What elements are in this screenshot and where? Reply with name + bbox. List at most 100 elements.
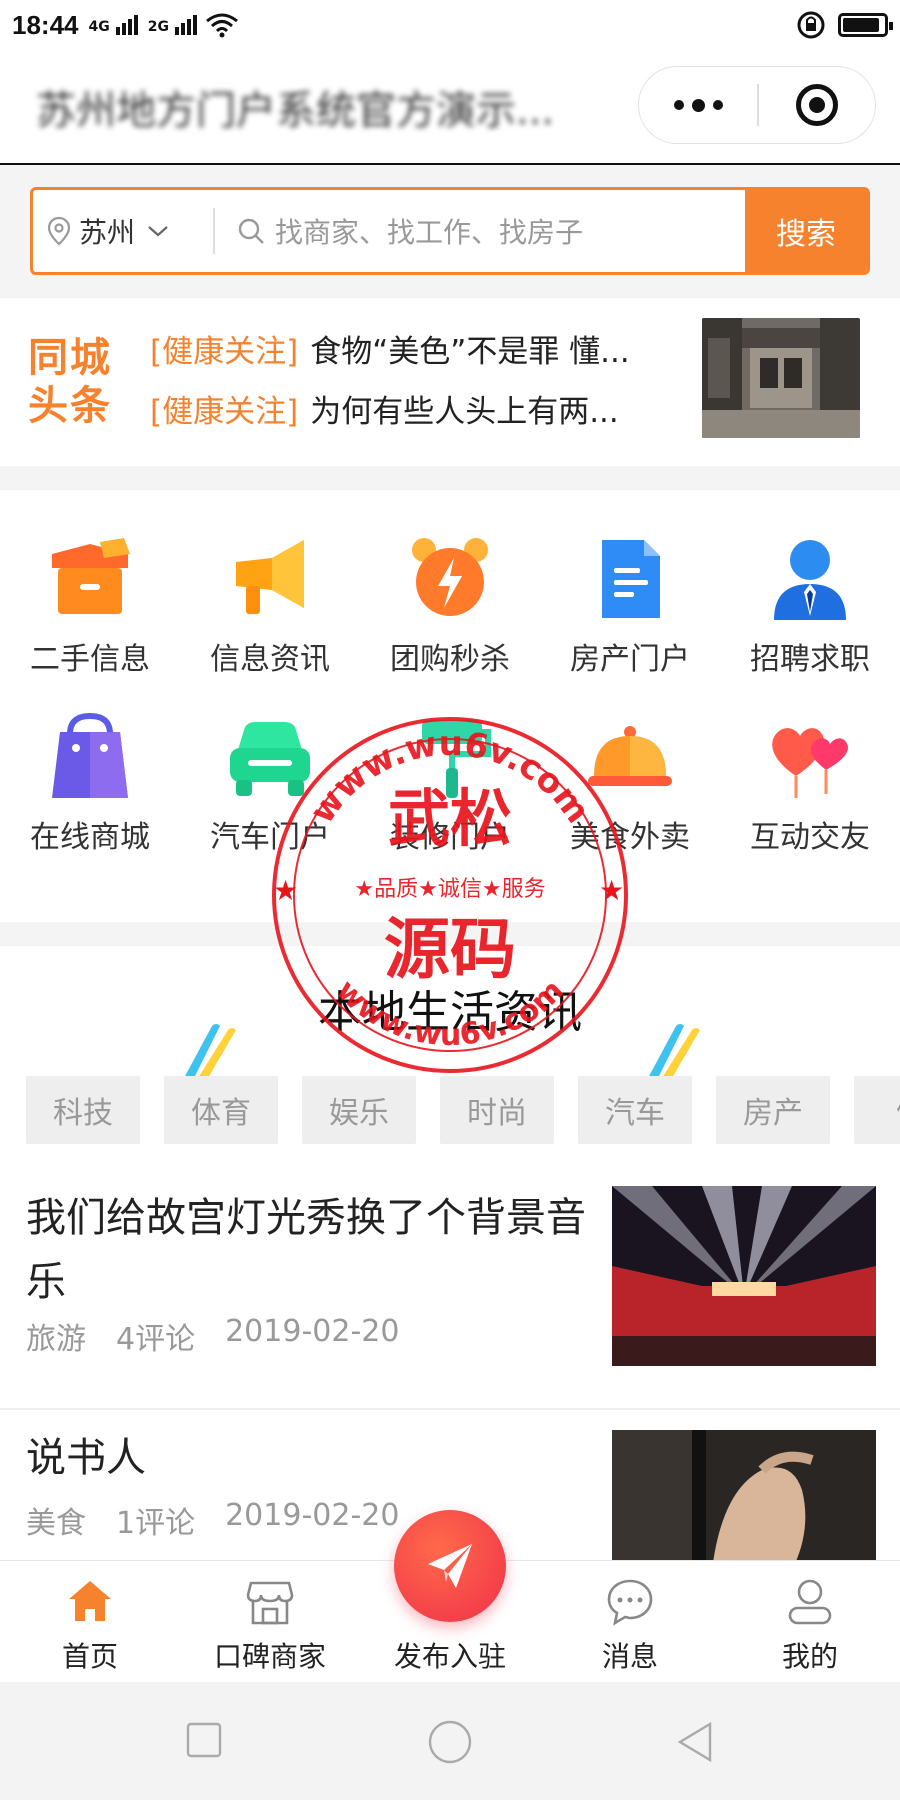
battery-icon	[838, 13, 893, 37]
category-grid: 二手信息 信息资讯 团购秒杀 房产门户 招聘求职 在线商城 汽车门户 装修门户 …	[0, 490, 900, 922]
hearts-icon	[762, 710, 858, 806]
news-title: 说书人	[26, 1435, 146, 1481]
headline-text: 食物“美色”不是罪 懂...	[310, 334, 630, 370]
wifi-icon	[206, 13, 238, 38]
chevron-down-icon	[148, 226, 168, 237]
more-button[interactable]	[639, 98, 757, 112]
tab-merchants[interactable]: 口碑商家	[180, 1561, 360, 1683]
back-icon[interactable]	[676, 1722, 714, 1762]
grid-item-label: 互动交友	[750, 820, 870, 855]
close-target-icon	[795, 84, 838, 126]
headline-text: 为何有些人头上有两...	[310, 394, 619, 430]
grid-item-label: 在线商城	[30, 820, 150, 855]
capsule-menu	[638, 66, 876, 144]
grid-item-jobs[interactable]: 招聘求职	[720, 490, 900, 677]
headline-thumbnail[interactable]	[702, 318, 860, 438]
box-icon	[42, 532, 138, 628]
grid-item-news[interactable]: 信息资讯	[180, 490, 360, 677]
car-icon	[222, 710, 318, 806]
headline-item[interactable]: [健康关注] 食物“美色”不是罪 懂...	[150, 326, 670, 371]
megaphone-icon	[222, 532, 318, 628]
tab-profile[interactable]: 我的	[720, 1561, 900, 1683]
headlines-logo-line1: 同城	[28, 335, 112, 381]
search-input[interactable]: 找商家、找工作、找房子	[215, 211, 745, 251]
store-icon	[245, 1577, 295, 1627]
tab-label: 消息	[601, 1640, 658, 1673]
search-placeholder: 找商家、找工作、找房子	[275, 216, 584, 249]
paint-roller-icon	[402, 710, 498, 806]
grid-item-secondhand[interactable]: 二手信息	[0, 490, 180, 677]
headlines-logo-line2: 头条	[28, 383, 112, 429]
home-nav-icon[interactable]	[428, 1720, 472, 1764]
category-tab[interactable]: 健	[854, 1076, 900, 1144]
category-tab[interactable]: 体育	[164, 1076, 278, 1144]
tab-label: 发布入驻	[393, 1640, 506, 1673]
city-headlines: 同城 头条 [健康关注] 食物“美色”不是罪 懂... [健康关注] 为何有些人头上…	[0, 298, 900, 466]
page-title: 苏州地方门户系统官方演示...	[36, 88, 555, 134]
grid-item-auto[interactable]: 汽车门户	[180, 668, 360, 855]
person-tie-icon	[762, 532, 858, 628]
category-tab[interactable]: 房产	[716, 1076, 830, 1144]
news-divider	[0, 1408, 900, 1410]
news-meta: 美食 1评论 2019-02-20	[26, 1498, 399, 1542]
headlines-logo: 同城 头条	[28, 334, 118, 430]
tab-label: 口碑商家	[213, 1640, 326, 1673]
signal-2g-label: 2G	[147, 19, 169, 35]
grid-item-food[interactable]: 美食外卖	[540, 668, 720, 855]
news-category: 旅游	[26, 1322, 86, 1357]
page: 18:44 4G 2G 苏州地方门户系统官方演示... 苏州 找商家、找工作、找…	[0, 0, 900, 1800]
recent-apps-icon[interactable]	[186, 1722, 222, 1758]
category-tab[interactable]: 时尚	[440, 1076, 554, 1144]
mini-program-header: 苏州地方门户系统官方演示...	[0, 50, 900, 165]
category-tab[interactable]: 汽车	[578, 1076, 692, 1144]
signal-2g-icon: 2G	[148, 15, 197, 35]
headline-item[interactable]: [健康关注] 为何有些人头上有两...	[150, 386, 670, 431]
category-tab[interactable]: 娱乐	[302, 1076, 416, 1144]
search-bar: 苏州 找商家、找工作、找房子 搜索	[30, 187, 870, 275]
status-time: 18:44	[12, 9, 79, 40]
home-icon	[65, 1577, 115, 1627]
publish-fab-button[interactable]	[394, 1510, 506, 1622]
paper-plane-icon	[428, 1544, 472, 1588]
local-news-section: 本地生活资讯 科技 体育 娱乐 时尚 汽车 房产 健 我们给故宫灯光秀换了个背景…	[0, 946, 900, 1570]
news-category: 美食	[26, 1506, 86, 1541]
tab-label: 首页	[61, 1640, 118, 1673]
document-icon	[582, 532, 678, 628]
grid-item-realestate[interactable]: 房产门户	[540, 490, 720, 677]
news-comments: 4评论	[116, 1322, 196, 1357]
headline-tag: [健康关注]	[150, 394, 299, 430]
status-bar: 18:44 4G 2G	[0, 0, 900, 50]
shopping-bag-icon	[42, 710, 138, 806]
news-comments: 1评论	[116, 1506, 196, 1541]
category-tab[interactable]: 科技	[26, 1076, 140, 1144]
grid-item-label: 美食外卖	[570, 820, 690, 855]
grid-item-label: 装修门户	[390, 820, 510, 855]
tab-messages[interactable]: 消息	[540, 1561, 720, 1683]
news-date: 2019-02-20	[225, 1498, 400, 1533]
city-selector[interactable]: 苏州	[33, 190, 213, 272]
tab-home[interactable]: 首页	[0, 1561, 180, 1683]
user-icon	[785, 1577, 835, 1627]
search-icon	[238, 218, 264, 244]
grid-item-groupbuy[interactable]: 团购秒杀	[360, 490, 540, 677]
search-button[interactable]: 搜索	[745, 190, 867, 272]
tab-label: 我的	[781, 1640, 838, 1673]
grid-item-mall[interactable]: 在线商城	[0, 668, 180, 855]
news-thumbnail	[612, 1430, 876, 1570]
location-pin-icon	[47, 216, 71, 246]
rotation-lock-icon	[797, 11, 825, 39]
signal-4g-label: 4G	[88, 19, 110, 35]
headline-tag: [健康关注]	[150, 334, 299, 370]
close-button[interactable]	[759, 84, 876, 126]
search-area: 苏州 找商家、找工作、找房子 搜索	[0, 167, 900, 284]
system-nav-bar	[0, 1682, 900, 1800]
grid-item-dating[interactable]: 互动交友	[720, 668, 900, 855]
signal-4g-icon: 4G	[89, 15, 138, 35]
news-title: 我们给故宫灯光秀换了个背景音乐	[26, 1195, 586, 1305]
grid-item-decoration[interactable]: 装修门户	[360, 668, 540, 855]
alarm-clock-icon	[402, 532, 498, 628]
section-title: 本地生活资讯	[318, 987, 582, 1038]
food-cloche-icon	[582, 710, 678, 806]
news-date: 2019-02-20	[225, 1314, 400, 1349]
grid-item-label: 汽车门户	[210, 820, 330, 855]
